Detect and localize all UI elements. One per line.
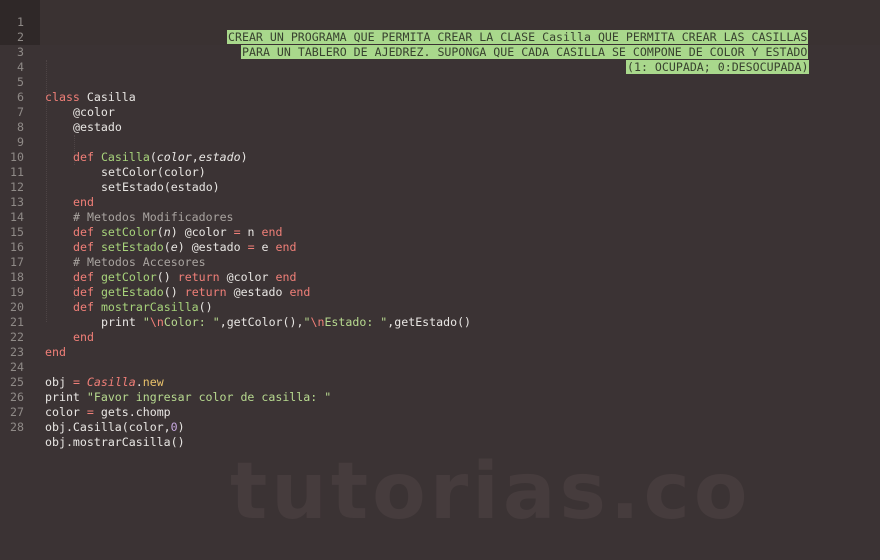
code-line-2: 2 PARA UN TABLERO DE AJEDREZ. SUPONGA QU… — [0, 15, 880, 59]
code-line-10: 10 setColor(color) — [0, 135, 880, 179]
line-number: 28 — [10, 420, 24, 434]
code-line-23: 23 — [0, 330, 880, 359]
code-line-16: 16 # Metodos Accesores — [0, 225, 880, 269]
code-line-18: 18 def getEstado() return @estado end — [0, 255, 880, 299]
code-content: obj.mostrarCasilla() — [45, 435, 185, 449]
code-line-7: 7 @estado — [0, 90, 880, 134]
code-line-22: 22 end — [0, 315, 880, 359]
code-line-3: 3 (1: OCUPADA; 0:DESOCUPADA) — [0, 30, 880, 74]
code-line-12: 12 end — [0, 165, 880, 209]
number-literal: 0 — [170, 420, 178, 434]
code-line-6: 6 @color — [0, 75, 880, 119]
method-call: obj.Casilla(color, — [45, 420, 171, 434]
code-editor[interactable]: 1 CREAR UN PROGRAMA QUE PERMITA CREAR LA… — [0, 0, 880, 560]
code-line-27: 27 obj.Casilla(color,0) — [0, 390, 880, 434]
code-line-17: 17 def getColor() return @color end — [0, 240, 880, 284]
code-line-1: 1 CREAR UN PROGRAMA QUE PERMITA CREAR LA… — [0, 0, 880, 44]
code-line-28: 28 obj.mostrarCasilla() — [0, 405, 880, 449]
code-line-4: 4 — [0, 45, 880, 74]
code-line-21: 21 end — [0, 300, 880, 344]
watermark-logo: tutorias.co — [230, 447, 752, 537]
code-line-14: 14 def setColor(n) @color = n end — [0, 195, 880, 239]
code-line-11: 11 setEstado(estado) — [0, 150, 880, 194]
code-line-25: 25 print "Favor ingresar color de casill… — [0, 360, 880, 404]
code-line-13: 13 # Metodos Modificadores — [0, 180, 880, 224]
code-line-5: 5 class Casilla — [0, 60, 880, 104]
code-content: obj.Casilla(color,0) — [45, 420, 185, 434]
code-line-15: 15 def setEstado(e) @estado = e end — [0, 210, 880, 254]
code-line-8: 8 — [0, 105, 880, 134]
code-line-9: 9 def Casilla(color,estado) — [0, 120, 880, 164]
code-line-26: 26 color = gets.chomp — [0, 375, 880, 419]
code-line-24: 24 obj = Casilla.new — [0, 345, 880, 389]
code-line-20: 20 print "\nColor: ",getColor(),"\nEstad… — [0, 285, 880, 329]
code-line-19: 19 def mostrarCasilla() — [0, 270, 880, 314]
